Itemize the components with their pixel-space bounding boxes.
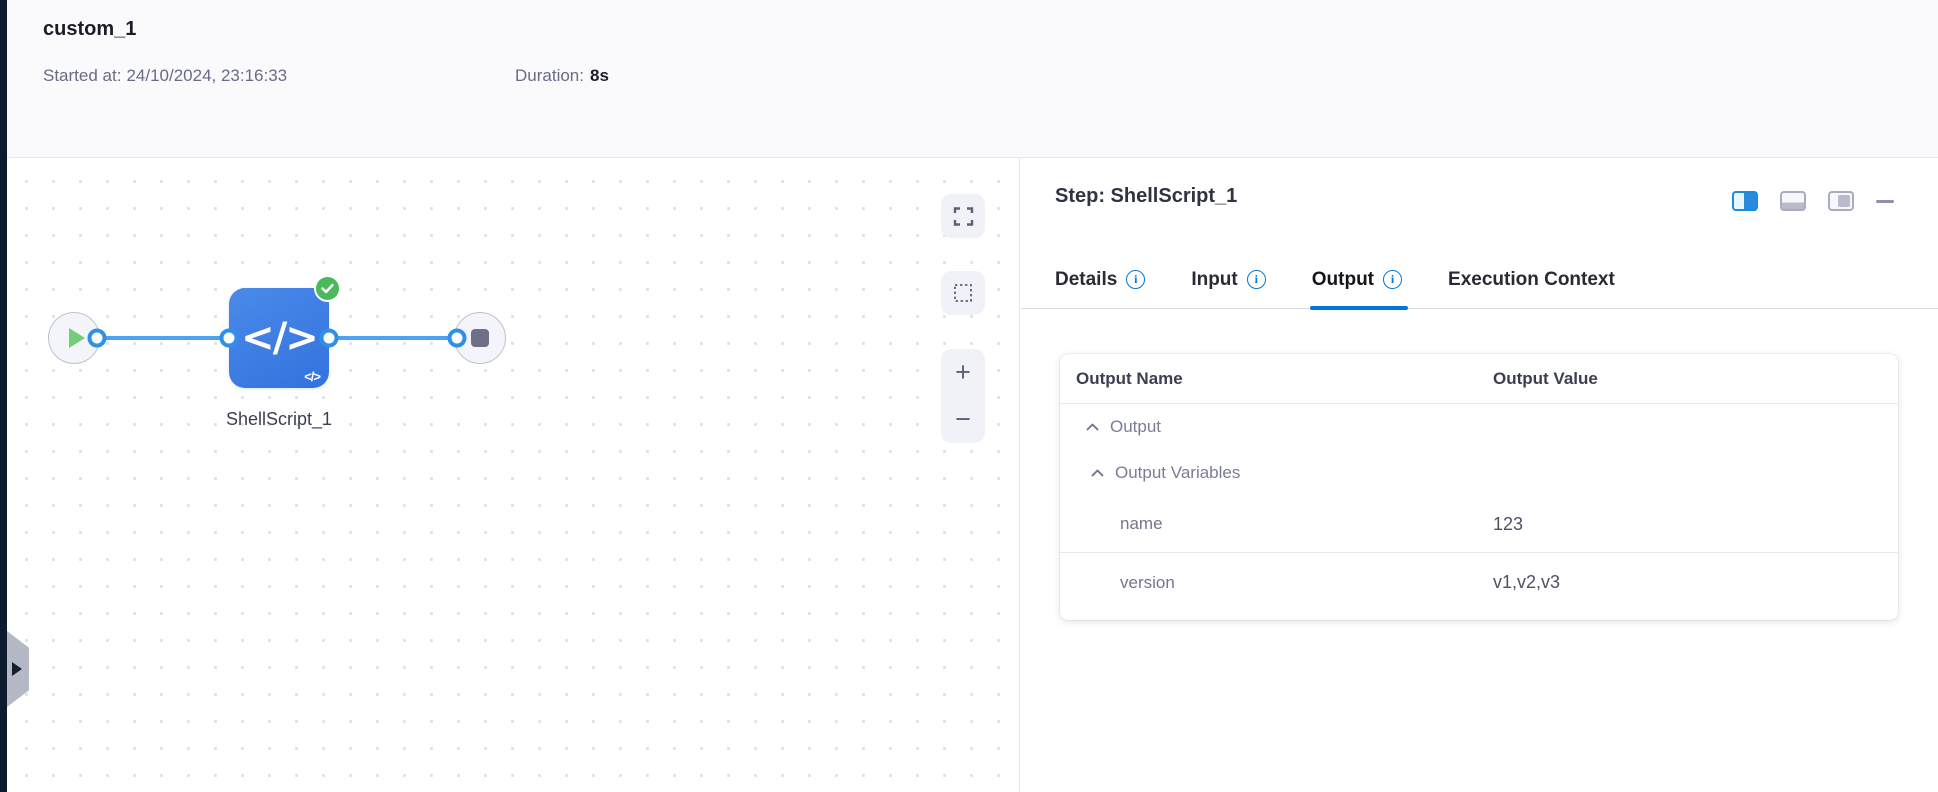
collapse-chevron-icon <box>1086 423 1099 431</box>
info-icon[interactable]: i <box>1246 270 1266 289</box>
duration-value: 8s <box>589 66 609 85</box>
duration-label: Duration: <box>515 66 584 85</box>
execution-header: custom_1 Started at: 24/10/2024, 23:16:33… <box>7 0 1938 158</box>
step-panel-title: Step: ShellScript_1 <box>1055 185 1238 207</box>
output-var-value: 123 <box>1493 513 1524 534</box>
step-tabs: Details i Input i Output i Execution Con… <box>1021 251 1938 310</box>
left-nav-rail <box>0 0 7 792</box>
output-var-value: v1,v2,v3 <box>1493 572 1561 592</box>
output-var-name: name <box>1120 514 1163 533</box>
duration: Duration: 8s <box>515 66 609 86</box>
pipeline-canvas[interactable]: </> </> ShellScript_1 + − <box>7 158 1020 792</box>
right-arrow-icon <box>12 662 22 676</box>
step-details-panel: Step: ShellScript_1 Details i Input i Ou… <box>1021 159 1938 792</box>
shell-script-corner-icon: </> <box>304 369 321 384</box>
success-check-icon <box>314 275 341 302</box>
active-tab-underline <box>1309 306 1409 310</box>
layout-split-right-button[interactable] <box>1732 191 1758 211</box>
zoom-out-button[interactable]: − <box>941 396 985 443</box>
app-root: custom_1 Started at: 24/10/2024, 23:16:33… <box>0 0 1938 792</box>
info-icon[interactable]: i <box>1126 270 1146 289</box>
table-row: version v1,v2,v3 <box>1060 552 1898 612</box>
execution-title: custom_1 <box>43 18 137 40</box>
group-label-output-variables: Output Variables <box>1115 463 1241 482</box>
tab-details[interactable]: Details i <box>1055 251 1146 308</box>
step-node-label: ShellScript_1 <box>225 409 333 429</box>
tab-input[interactable]: Input i <box>1191 251 1266 308</box>
edge-connector-dot <box>319 328 339 348</box>
column-output-name: Output Name <box>1076 368 1183 388</box>
shell-script-icon: </> <box>241 315 319 361</box>
card-padding <box>1060 612 1898 620</box>
started-at-value: 24/10/2024, 23:16:33 <box>126 66 288 85</box>
zoom-controls: + − <box>941 349 985 443</box>
group-row-output-variables[interactable]: Output Variables <box>1060 450 1898 496</box>
edge-connector-dot <box>219 328 239 348</box>
started-at-label: Started at: <box>43 66 122 85</box>
edge-connector-dot <box>87 328 107 348</box>
layout-split-bottom-button[interactable] <box>1780 191 1806 211</box>
edge-connector-dot <box>447 328 467 348</box>
group-row-output[interactable]: Output <box>1060 404 1898 450</box>
stop-icon <box>471 329 489 347</box>
expand-left-panel-handle[interactable] <box>7 631 29 707</box>
tab-output[interactable]: Output i <box>1309 251 1409 310</box>
layout-floating-button[interactable] <box>1828 191 1854 211</box>
tab-output-label: Output <box>1311 268 1375 290</box>
fit-to-screen-button[interactable] <box>941 194 985 238</box>
minimize-panel-button[interactable] <box>1876 199 1894 203</box>
marquee-select-icon <box>954 284 972 302</box>
step-node-shellscript[interactable]: </> </> <box>229 275 341 388</box>
table-header-row: Output Name Output Value <box>1060 354 1898 404</box>
execution-meta: Started at: 24/10/2024, 23:16:33 Duration… <box>43 66 609 86</box>
layout-floating-icon <box>1837 195 1850 207</box>
tab-input-label: Input <box>1191 268 1238 290</box>
tab-execution-context-label: Execution Context <box>1448 268 1615 290</box>
panel-layout-controls <box>1732 191 1894 211</box>
tab-details-label: Details <box>1055 268 1118 290</box>
collapse-chevron-icon <box>1091 469 1104 477</box>
tab-execution-context[interactable]: Execution Context <box>1448 251 1615 308</box>
table-row: name 123 <box>1060 496 1898 552</box>
output-var-name: version <box>1120 572 1175 592</box>
output-table-card: Output Name Output Value Output Output V… <box>1060 354 1898 620</box>
zoom-in-button[interactable]: + <box>941 349 985 396</box>
fit-to-screen-icon <box>953 206 973 226</box>
column-output-value: Output Value <box>1493 368 1598 388</box>
info-icon[interactable]: i <box>1383 270 1403 289</box>
marquee-select-button[interactable] <box>941 271 985 315</box>
play-icon <box>68 328 85 348</box>
group-label-output: Output <box>1110 417 1162 436</box>
